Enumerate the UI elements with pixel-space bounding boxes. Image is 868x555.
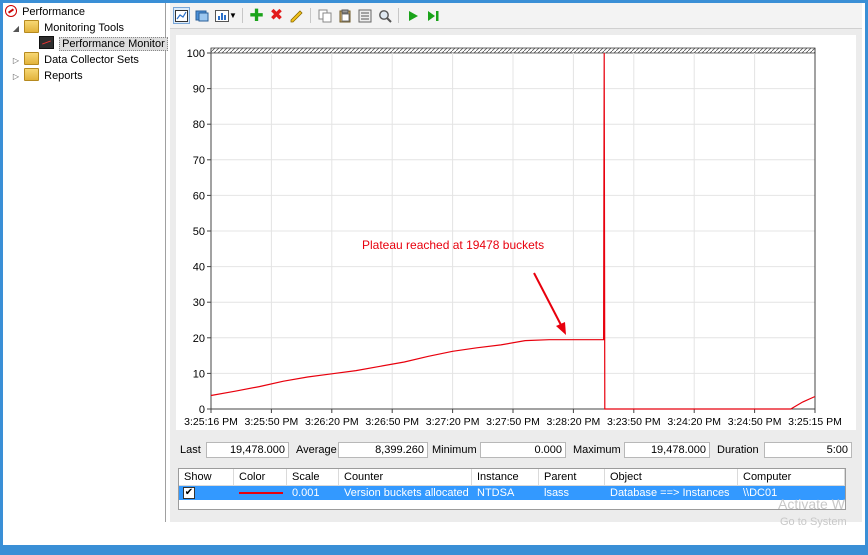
x-tick-label: 3:26:20 PM [305, 416, 359, 428]
show-checkbox[interactable]: ✔ [183, 487, 195, 499]
y-tick-label: 50 [193, 226, 205, 238]
column-header-instance[interactable]: Instance [472, 469, 539, 486]
x-tick-label: 3:27:20 PM [426, 416, 480, 428]
minimum-label: Minimum [432, 444, 477, 456]
scale-band [210, 47, 816, 54]
toolbar: ▼ ✚ ✖ [170, 3, 862, 29]
object-cell: Database ==> Instances [610, 487, 730, 499]
computer-cell: \\DC01 [743, 487, 778, 499]
column-header-object[interactable]: Object [605, 469, 738, 486]
y-tick-label: 30 [193, 297, 205, 309]
duration-value: 5:00 [764, 442, 852, 458]
average-label: Average [296, 444, 337, 456]
tree-item-performance-monitor[interactable]: Performance Monitor [39, 36, 168, 52]
tree-item-data-collector-sets[interactable]: ▷ Data Collector Sets [11, 52, 139, 68]
counter-cell: Version buckets allocated [344, 487, 469, 499]
y-tick-label: 60 [193, 190, 205, 202]
tree-item-reports[interactable]: ▷ Reports [11, 68, 83, 84]
copy-properties-icon[interactable] [193, 7, 210, 24]
activation-watermark: Activate W [778, 496, 845, 512]
maximum-label: Maximum [573, 444, 621, 456]
column-header-color[interactable]: Color [234, 469, 287, 486]
series-color-swatch [239, 492, 283, 494]
folder-icon [24, 52, 40, 65]
y-tick-label: 40 [193, 262, 205, 274]
last-label: Last [180, 444, 201, 456]
paste-icon[interactable] [336, 7, 353, 24]
line-chart[interactable]: 10090807060504030201003:25:16 PM 3:25:50 … [176, 35, 856, 430]
average-value: 8,399.260 [338, 442, 428, 458]
scale-cell: 0.001 [292, 487, 320, 499]
maximum-value: 19,478.000 [624, 442, 710, 458]
y-tick-label: 0 [199, 404, 205, 416]
x-tick-label: 3:25:50 PM [245, 416, 299, 428]
dropdown-arrow-icon[interactable]: ▼ [228, 7, 238, 24]
folder-icon [24, 20, 40, 33]
performance-icon [5, 5, 17, 17]
tree-item-label: Reports [44, 70, 83, 82]
column-header-parent[interactable]: Parent [539, 469, 605, 486]
minimum-value: 0.000 [480, 442, 566, 458]
statistics-bar: Last 19,478.000 Average 8,399.260 Minimu… [176, 441, 856, 461]
counter-row[interactable]: ✔ 0.001 Version buckets allocated NTDSA … [179, 486, 845, 500]
folder-icon [24, 68, 40, 81]
y-tick-label: 20 [193, 333, 205, 345]
tree-item-label: Performance Monitor [59, 37, 168, 51]
activation-watermark-sub: Go to System [780, 516, 847, 528]
annotation-arrow-head [556, 322, 566, 335]
properties-icon[interactable] [356, 7, 373, 24]
parent-cell: lsass [544, 487, 570, 499]
freeze-display-icon[interactable] [424, 7, 441, 24]
column-header-scale[interactable]: Scale [287, 469, 339, 486]
collapsed-triangle-icon[interactable]: ▷ [11, 53, 21, 69]
zoom-icon[interactable] [376, 7, 393, 24]
x-tick-label: 3:25:15 PM [788, 416, 842, 428]
performance-chart[interactable]: 100 90 80 70 60 50 40 30 20 10 0 3:25:16 PM 3:25:50 … [176, 35, 856, 430]
performance-monitor-pane: ▼ ✚ ✖ 100 90 80 70 60 50 40 30 20 10 0 3:25:16 PM 3:… [170, 3, 862, 522]
annotation-arrow-shaft [533, 272, 562, 326]
duration-label: Duration [717, 444, 759, 456]
column-header-computer[interactable]: Computer [738, 469, 845, 486]
column-header-show[interactable]: Show [179, 469, 234, 486]
y-tick-label: 70 [193, 155, 205, 167]
tree-item-performance[interactable]: Performance [5, 4, 85, 20]
instance-cell: NTDSA [477, 487, 515, 499]
y-tick-label: 90 [193, 84, 205, 96]
collapsed-triangle-icon[interactable]: ▷ [11, 69, 21, 85]
y-tick-label: 100 [187, 48, 205, 60]
x-tick-label: 3:24:20 PM [667, 416, 721, 428]
delete-counter-icon[interactable]: ✖ [268, 7, 285, 24]
x-tick-label: 3:25:16 PM [184, 416, 238, 428]
highlight-icon[interactable] [288, 7, 305, 24]
view-graph-icon[interactable] [173, 7, 190, 24]
monitor-chart-icon [39, 36, 54, 49]
column-header-counter[interactable]: Counter [339, 469, 472, 486]
x-tick-label: 3:23:50 PM [607, 416, 661, 428]
last-value: 19,478.000 [206, 442, 289, 458]
y-tick-label: 10 [193, 368, 205, 380]
tree-item-monitoring-tools[interactable]: ◢ Monitoring Tools [11, 20, 124, 36]
x-tick-label: 3:24:50 PM [728, 416, 782, 428]
copy-icon[interactable] [316, 7, 333, 24]
counter-list: Show Color Scale Counter Instance Parent… [178, 468, 846, 510]
tree-item-label: Monitoring Tools [44, 22, 125, 34]
add-counter-icon[interactable]: ✚ [248, 7, 265, 24]
navigation-tree: Performance ◢ Monitoring Tools Performan… [3, 3, 168, 522]
x-tick-label: 3:28:20 PM [547, 416, 601, 428]
tree-item-label: Performance [22, 6, 86, 18]
x-tick-label: 3:27:50 PM [486, 416, 540, 428]
update-data-icon[interactable] [404, 7, 421, 24]
y-tick-label: 80 [193, 119, 205, 131]
x-tick-label: 3:26:50 PM [365, 416, 419, 428]
annotation-text: Plateau reached at 19478 buckets [362, 238, 544, 252]
tree-item-label: Data Collector Sets [44, 54, 139, 66]
expanded-triangle-icon[interactable]: ◢ [11, 21, 21, 37]
